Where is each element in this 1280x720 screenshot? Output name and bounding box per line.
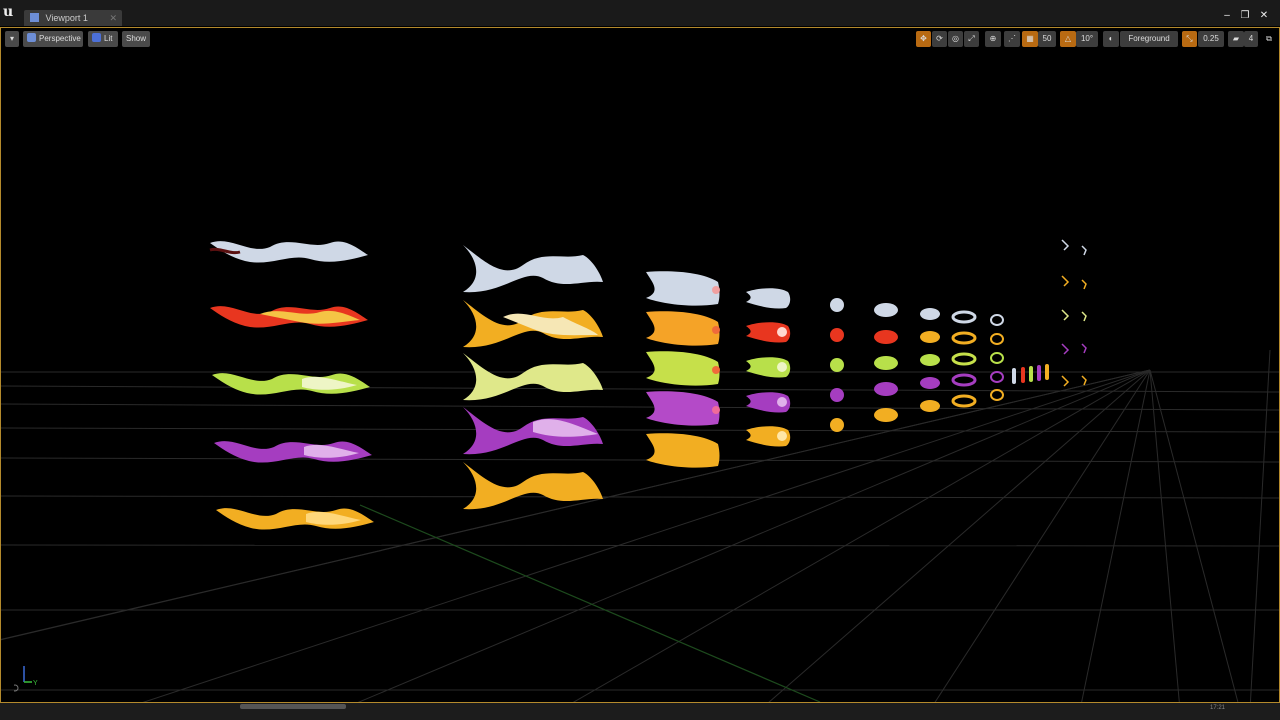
lit-label: Lit bbox=[104, 34, 113, 43]
grid-icon[interactable]: ▦ bbox=[1022, 31, 1038, 47]
vfx-sprite[interactable] bbox=[830, 388, 844, 402]
viewport-scene[interactable] bbox=[0, 0, 1280, 720]
svg-text:Y: Y bbox=[33, 680, 38, 687]
viewport-options-button[interactable]: ▾ bbox=[5, 31, 19, 47]
vfx-sprite[interactable] bbox=[830, 358, 844, 372]
lit-icon bbox=[92, 33, 101, 42]
vfx-sprite[interactable] bbox=[920, 308, 940, 320]
vfx-sprite[interactable] bbox=[1029, 366, 1033, 382]
translate-icon[interactable]: ✥ bbox=[916, 31, 931, 47]
vfx-sprite[interactable] bbox=[830, 418, 844, 432]
vfx-sprite[interactable] bbox=[874, 408, 898, 422]
vfx-sprite[interactable] bbox=[874, 356, 898, 370]
vfx-sprite[interactable] bbox=[1037, 365, 1041, 381]
vfx-sprite[interactable] bbox=[1045, 364, 1049, 380]
layer-icon[interactable]: ◐ bbox=[1103, 31, 1119, 47]
scale-snap-icon[interactable]: ⤡ bbox=[1182, 31, 1197, 47]
rotation-snap-value[interactable]: 10° bbox=[1076, 31, 1098, 47]
vfx-sprite[interactable] bbox=[874, 330, 898, 344]
world-icon[interactable]: ⊕ bbox=[985, 31, 1001, 47]
axis-gizmo-icon: Y bbox=[14, 666, 38, 692]
camera-speed-icon[interactable]: ▰ bbox=[1228, 31, 1244, 47]
perspective-button[interactable]: Perspective bbox=[23, 31, 83, 47]
bottom-bar bbox=[0, 703, 1280, 720]
camera-speed-value[interactable]: 4 bbox=[1244, 31, 1258, 47]
vfx-sprite[interactable] bbox=[830, 298, 844, 312]
horizontal-scrollbar[interactable] bbox=[240, 704, 346, 709]
vfx-sprite[interactable] bbox=[874, 303, 898, 317]
maximize-viewport-button[interactable]: ⧉ bbox=[1262, 31, 1276, 47]
vfx-sprite[interactable] bbox=[830, 328, 844, 342]
vfx-sprite[interactable] bbox=[920, 377, 940, 389]
layer-dropdown[interactable]: Foreground bbox=[1120, 31, 1178, 47]
vfx-sprite[interactable] bbox=[920, 400, 940, 412]
grid-snap-value[interactable]: 50 bbox=[1038, 31, 1056, 47]
show-button[interactable]: Show bbox=[122, 31, 150, 47]
vfx-sprite[interactable] bbox=[874, 382, 898, 396]
perspective-icon bbox=[27, 33, 36, 42]
vfx-sprite[interactable] bbox=[1012, 368, 1016, 384]
angle-icon[interactable]: △ bbox=[1060, 31, 1076, 47]
surface-snap-icon[interactable]: ⋰ bbox=[1004, 31, 1020, 47]
vfx-sprite[interactable] bbox=[1021, 367, 1025, 383]
scale-snap-value[interactable]: 0.25 bbox=[1198, 31, 1224, 47]
vfx-sprite[interactable] bbox=[920, 331, 940, 343]
maximize-icon[interactable]: ⤢ bbox=[964, 31, 979, 47]
vfx-sprite[interactable] bbox=[920, 354, 940, 366]
rotate-icon[interactable]: ⟳ bbox=[932, 31, 947, 47]
perspective-label: Perspective bbox=[39, 34, 81, 43]
scale-icon[interactable]: ◎ bbox=[948, 31, 963, 47]
timestamp: 17:21 bbox=[1210, 705, 1226, 711]
view-mode-button[interactable]: Lit bbox=[88, 31, 118, 47]
